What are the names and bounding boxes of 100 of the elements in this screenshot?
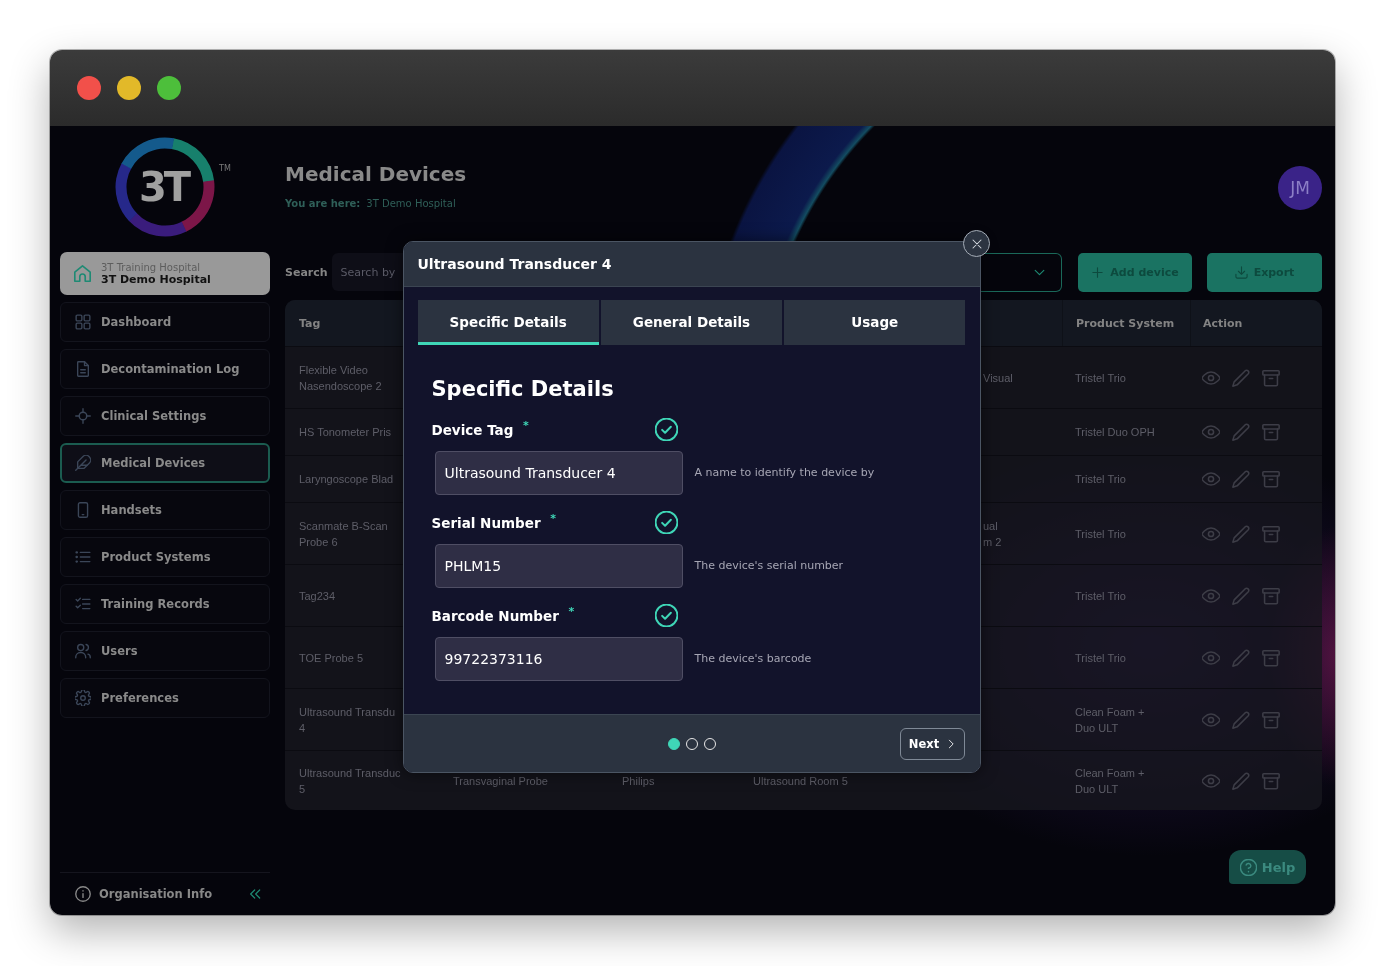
device-tag-text: Tag234 bbox=[299, 588, 336, 604]
breadcrumb-label: You are here: bbox=[285, 197, 361, 211]
crosshair-icon bbox=[75, 408, 91, 424]
tab[interactable]: Usage bbox=[784, 299, 966, 345]
eye-icon[interactable] bbox=[1202, 524, 1220, 543]
section-heading: Specific Details bbox=[431, 375, 615, 403]
archive-box-icon[interactable] bbox=[1262, 648, 1280, 667]
device-tag-text: HS Tonometer Pris bbox=[299, 425, 392, 440]
nav-item[interactable]: Decontamination Log bbox=[60, 349, 270, 389]
field-label: Device Tag $^{*}$ bbox=[431, 418, 529, 440]
pencil-icon[interactable] bbox=[1232, 771, 1250, 790]
organisation-info-link[interactable]: Organisation Info bbox=[75, 886, 213, 902]
info-icon bbox=[75, 886, 91, 902]
column-header: Action bbox=[1203, 316, 1243, 330]
pencil-icon[interactable] bbox=[1232, 368, 1250, 387]
tab[interactable]: Specific Details bbox=[417, 299, 599, 345]
tab[interactable]: General Details bbox=[600, 299, 783, 345]
trademark-text: TM bbox=[219, 164, 231, 173]
checklist-icon bbox=[75, 596, 91, 612]
device-tag-text: Scanmate B-Scan Probe 6 bbox=[299, 518, 388, 550]
settings-icon bbox=[75, 690, 91, 706]
close-button[interactable] bbox=[963, 230, 990, 257]
home-icon bbox=[73, 264, 92, 283]
next-button[interactable]: Next bbox=[900, 727, 965, 760]
field-label: Barcode Number $^{*}$ bbox=[431, 604, 575, 626]
eye-icon[interactable] bbox=[1202, 368, 1220, 387]
pencil-icon[interactable] bbox=[1232, 524, 1250, 543]
eye-icon[interactable] bbox=[1202, 470, 1220, 488]
nav-item[interactable]: Users bbox=[60, 631, 270, 671]
nav-item[interactable]: Clinical Settings bbox=[60, 396, 270, 436]
search-label: Search bbox=[285, 265, 328, 279]
hospital-name: 3T Demo Hospital bbox=[101, 272, 211, 286]
document-icon bbox=[75, 361, 91, 377]
nav-item[interactable]: Dashboard bbox=[60, 302, 270, 342]
device-tag-text: Ultrasound Transduc 5 bbox=[299, 765, 401, 797]
table-text: Visual bbox=[983, 370, 1013, 386]
product-system-text: Tristel Trio bbox=[1075, 588, 1126, 604]
archive-box-icon[interactable] bbox=[1262, 710, 1280, 729]
close-icon bbox=[970, 237, 983, 250]
field-hint: A name to identify the device by bbox=[694, 466, 875, 479]
eye-icon[interactable] bbox=[1202, 586, 1220, 605]
column-header: Product System bbox=[1076, 316, 1175, 330]
device-tag-text: TOE Probe 5 bbox=[299, 650, 363, 666]
pencil-icon[interactable] bbox=[1232, 648, 1250, 667]
window-close-icon[interactable] bbox=[77, 76, 101, 100]
hospital-selector[interactable]: 3T Training Hospital 3T Demo Hospital bbox=[60, 252, 270, 295]
archive-box-icon[interactable] bbox=[1262, 524, 1280, 543]
table-text: Transvaginal Probe bbox=[453, 773, 548, 789]
archive-box-icon[interactable] bbox=[1262, 470, 1280, 488]
product-system-text: Tristel Duo OPH bbox=[1075, 425, 1155, 440]
modal-title: Ultrasound Transducer 4 bbox=[417, 256, 612, 272]
text-field[interactable]: 99722373116 bbox=[434, 636, 683, 681]
download-icon bbox=[1234, 265, 1248, 279]
nav-item[interactable]: Medical Devices bbox=[60, 443, 270, 483]
product-system-text: Tristel Trio bbox=[1075, 650, 1126, 666]
pencil-icon[interactable] bbox=[1232, 470, 1250, 488]
product-system-text: Clean Foam + Duo ULT bbox=[1075, 765, 1145, 797]
double-chevron-left-icon[interactable] bbox=[248, 887, 262, 901]
text-field[interactable]: Ultrasound Transducer 4 bbox=[434, 450, 683, 495]
pencil-icon[interactable] bbox=[1232, 710, 1250, 729]
table-text: ual m 2 bbox=[983, 518, 1002, 550]
pencil-icon[interactable] bbox=[1232, 586, 1250, 605]
plus-icon bbox=[1091, 265, 1105, 279]
field-hint: The device's barcode bbox=[694, 652, 812, 665]
nav-item[interactable]: Product Systems bbox=[60, 537, 270, 577]
user-avatar[interactable]: JM bbox=[1278, 166, 1322, 210]
product-system-text: Clean Foam + Duo ULT bbox=[1075, 704, 1145, 736]
device-tag-text: Ultrasound Transdu 4 bbox=[299, 704, 395, 736]
field-label: Serial Number $^{*}$ bbox=[431, 511, 557, 533]
device-tag-text: Laryngoscope Blad bbox=[299, 472, 394, 487]
window-minimize-icon[interactable] bbox=[117, 76, 141, 100]
logo-text: 3T bbox=[138, 167, 190, 207]
archive-box-icon[interactable] bbox=[1262, 423, 1280, 441]
archive-box-icon[interactable] bbox=[1262, 586, 1280, 605]
eye-icon[interactable] bbox=[1202, 648, 1220, 667]
chevron-right-icon bbox=[946, 738, 957, 749]
product-system-text: Tristel Trio bbox=[1075, 370, 1126, 386]
eye-icon[interactable] bbox=[1202, 710, 1220, 729]
page-title: Medical Devices bbox=[285, 161, 467, 188]
nav-item[interactable]: Training Records bbox=[60, 584, 270, 624]
list-icon bbox=[75, 549, 91, 565]
users-icon bbox=[75, 643, 91, 659]
step-dot[interactable] bbox=[668, 737, 680, 750]
device-tag-text: Flexible Video Nasendoscope 2 bbox=[299, 362, 382, 394]
table-text: Ultrasound Room 5 bbox=[753, 773, 848, 789]
nav-item[interactable]: Preferences bbox=[60, 678, 270, 718]
column-header: Tag bbox=[299, 316, 321, 330]
archive-box-icon[interactable] bbox=[1262, 771, 1280, 790]
eye-icon[interactable] bbox=[1202, 771, 1220, 790]
window-zoom-icon[interactable] bbox=[157, 76, 181, 100]
eye-icon[interactable] bbox=[1202, 423, 1220, 441]
phone-icon bbox=[75, 502, 91, 518]
product-system-text: Tristel Trio bbox=[1075, 472, 1126, 487]
text-field[interactable]: PHLM15 bbox=[434, 543, 683, 588]
pencil-icon[interactable] bbox=[1232, 423, 1250, 441]
archive-box-icon[interactable] bbox=[1262, 368, 1280, 387]
product-system-text: Tristel Trio bbox=[1075, 526, 1126, 542]
grid-icon bbox=[75, 314, 91, 330]
table-text: Philips bbox=[622, 773, 655, 789]
nav-item[interactable]: Handsets bbox=[60, 490, 270, 530]
